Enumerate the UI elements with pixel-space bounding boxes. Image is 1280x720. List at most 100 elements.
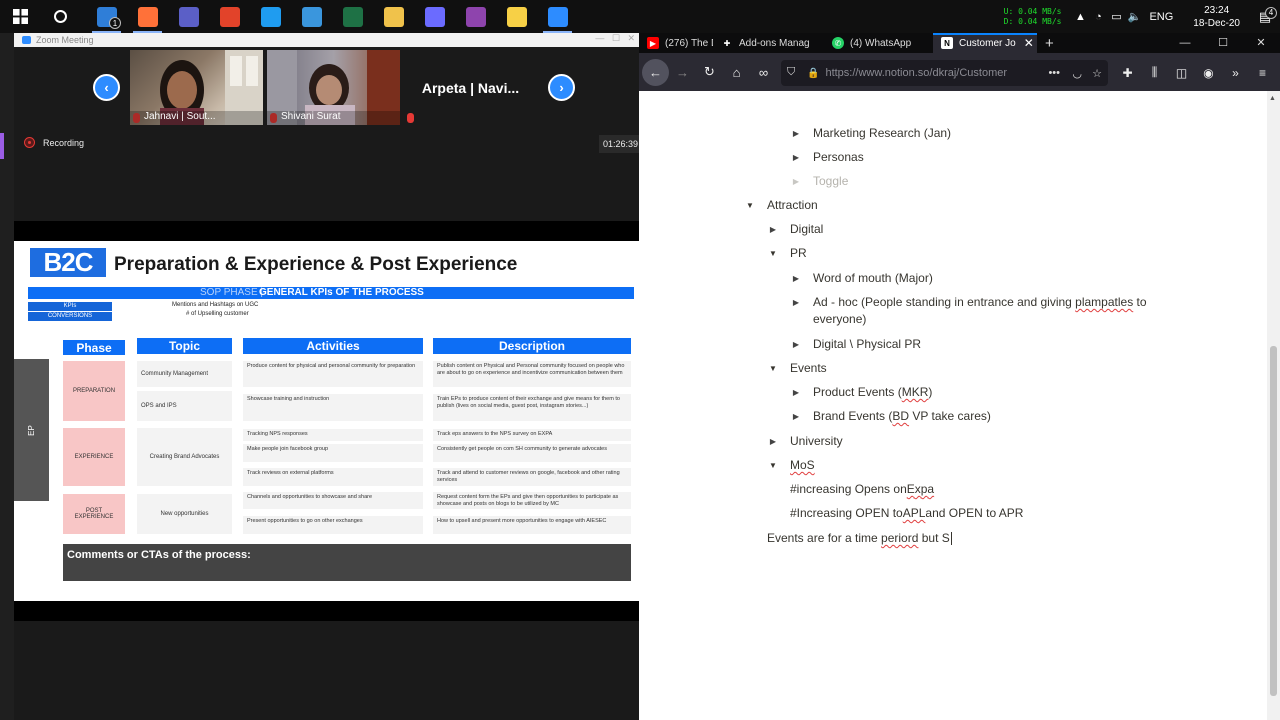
toggle-text[interactable]: Personas [813, 150, 864, 164]
page-actions-icon[interactable]: ••• [1048, 67, 1060, 79]
triangle-right-icon[interactable]: ▶ [790, 274, 802, 283]
forward-button[interactable]: → [669, 59, 696, 86]
toggle-block[interactable]: ▶ Personas [790, 147, 864, 167]
volume-icon[interactable]: 🔈 [1125, 0, 1143, 33]
toggle-block[interactable]: ▶ Digital [767, 219, 823, 239]
excel-app-button[interactable] [332, 0, 373, 33]
triangle-right-icon[interactable]: ▶ [790, 412, 802, 421]
hidden-icons-chevron-icon[interactable]: ▲ [1071, 0, 1089, 33]
text-block[interactable]: #increasing Opens on Expa [790, 479, 934, 499]
close-window-button[interactable]: ✕ [1242, 33, 1280, 53]
teams-app-button[interactable] [168, 0, 209, 33]
triangle-down-icon[interactable]: ▼ [767, 364, 779, 373]
triangle-right-icon[interactable]: ▶ [790, 153, 802, 162]
toggle-block[interactable]: ▶ Word of mouth (Major) [790, 268, 933, 288]
triangle-right-icon[interactable]: ▶ [790, 388, 802, 397]
toggle-text-continuation[interactable]: everyone) [813, 309, 866, 329]
page-scrollbar[interactable]: ▲ [1267, 91, 1280, 720]
url-bar[interactable]: ⛉ 🔒 https://www.notion.so/dkraj/Customer… [781, 60, 1108, 86]
editing-text[interactable]: Events are for a time periord but S [767, 531, 950, 545]
participant-tile[interactable]: Jahnavi | Sout... [130, 50, 263, 125]
toggle-text[interactable]: Digital \ Physical PR [813, 337, 921, 351]
reload-button[interactable]: ↻ [696, 59, 723, 86]
toggle-block[interactable]: ▶ Digital \ Physical PR [790, 334, 921, 354]
triangle-right-icon[interactable]: ▶ [767, 225, 779, 234]
participant-tile-no-video[interactable]: Arpeta | Navi... [404, 50, 537, 125]
media-app-button[interactable] [455, 0, 496, 33]
battery-icon[interactable]: ▭ [1107, 0, 1125, 33]
firefox-app-button[interactable] [127, 0, 168, 33]
toggle-block[interactable]: ▼ Events [767, 358, 827, 378]
vscode-app-button[interactable] [250, 0, 291, 33]
zoom-app-button[interactable] [537, 0, 578, 33]
home-button[interactable]: ⌂ [723, 59, 750, 86]
mail-app-button[interactable]: 1 [86, 0, 127, 33]
triangle-right-icon[interactable]: ▶ [767, 437, 779, 446]
toggle-block[interactable]: ▼ MoS [767, 455, 815, 475]
triangle-right-icon[interactable]: ▶ [790, 298, 802, 307]
text-block[interactable]: #Increasing OPEN to APL and OPEN to APR [790, 503, 1023, 523]
toggle-block[interactable]: ▶ Brand Events (BD VP take cares) [790, 406, 991, 426]
toggle-text[interactable]: MoS [790, 458, 815, 472]
recording-indicator[interactable]: Recording [24, 137, 84, 148]
tab-notion[interactable]: N Customer Jo ✕ [933, 33, 1037, 53]
gallery-prev-button[interactable]: ‹ [93, 74, 120, 101]
toggle-text[interactable]: University [790, 434, 843, 448]
toggle-block[interactable]: ▶ Marketing Research (Jan) [790, 123, 951, 143]
toggle-text[interactable]: Brand Events (BD VP take cares) [813, 409, 991, 423]
toggle-text[interactable]: Digital [790, 222, 823, 236]
clock[interactable]: 23:24 18-Dec-20 [1193, 4, 1240, 30]
menu-button[interactable]: ≡ [1249, 59, 1276, 86]
triangle-right-icon[interactable]: ▶ [790, 340, 802, 349]
text-block-editing[interactable]: Events are for a time periord but S [767, 528, 952, 548]
toggle-block[interactable]: ▼ PR [767, 243, 807, 263]
explorer-app-button[interactable] [373, 0, 414, 33]
tab-whatsapp[interactable]: ✆ (4) WhatsApp [824, 33, 933, 53]
toggle-block[interactable]: ▼ Attraction [744, 195, 818, 215]
wifi-icon[interactable]: ◔ [1089, 0, 1107, 33]
toggle-block[interactable]: ▶ Product Events (MKR) [790, 382, 932, 402]
back-button[interactable]: ← [642, 58, 669, 86]
triangle-down-icon[interactable]: ▼ [767, 249, 779, 258]
pocket-icon[interactable]: ◡ [1072, 67, 1082, 80]
language-indicator[interactable]: ENG [1149, 11, 1173, 23]
sidebar-button[interactable]: ◫ [1168, 59, 1195, 86]
store-app-button[interactable] [209, 0, 250, 33]
scroll-up-arrow-icon[interactable]: ▲ [1269, 95, 1276, 102]
tab-youtube[interactable]: ▶ (276) The Dream [609, 33, 713, 53]
toggle-text[interactable]: Ad - hoc (People standing in entrance an… [813, 295, 1147, 309]
new-tab-button[interactable]: + [1045, 35, 1054, 52]
toggle-text[interactable]: Marketing Research (Jan) [813, 126, 951, 140]
toggle-text[interactable]: Events [790, 361, 827, 375]
toggle-block[interactable]: ▶ Toggle [790, 171, 848, 191]
library-button[interactable]: ⫼ [1141, 59, 1168, 86]
toggle-block[interactable]: ▶ University [767, 431, 843, 451]
triangle-down-icon[interactable]: ▼ [767, 461, 779, 470]
toggle-text[interactable]: Word of mouth (Major) [813, 271, 933, 285]
gallery-next-button[interactable]: › [548, 74, 575, 101]
participant-tile[interactable]: Shivani Surat [267, 50, 400, 125]
triangle-right-icon[interactable]: ▶ [790, 129, 802, 138]
sticky-notes-app-button[interactable] [496, 0, 537, 33]
calculator-app-button[interactable] [414, 0, 455, 33]
triangle-right-icon[interactable]: ▶ [790, 177, 802, 186]
extensions-button[interactable]: ✚ [1114, 59, 1141, 86]
tab-add-ons[interactable]: ✚ Add-ons Manag [713, 33, 824, 53]
minimize-button[interactable]: — [1166, 33, 1204, 53]
scrollbar-thumb[interactable] [1270, 346, 1277, 696]
account-button[interactable]: ◉ [1195, 59, 1222, 86]
maximize-button[interactable]: ☐ [1204, 33, 1242, 53]
start-button[interactable] [0, 0, 40, 33]
extension-button[interactable]: ∞ [750, 59, 777, 86]
action-center-button[interactable]: ▤ 4 [1250, 6, 1280, 25]
cortana-button[interactable] [40, 0, 80, 33]
toggle-placeholder[interactable]: Toggle [813, 174, 848, 188]
phone-app-button[interactable] [291, 0, 332, 33]
toggle-text[interactable]: Product Events (MKR) [813, 385, 932, 399]
close-tab-icon[interactable]: ✕ [1024, 36, 1034, 50]
triangle-down-icon[interactable]: ▼ [744, 201, 756, 210]
overflow-button[interactable]: » [1222, 59, 1249, 86]
toggle-text[interactable]: PR [790, 246, 807, 260]
toggle-text[interactable]: Attraction [767, 198, 818, 212]
bookmark-star-icon[interactable]: ☆ [1092, 67, 1102, 80]
